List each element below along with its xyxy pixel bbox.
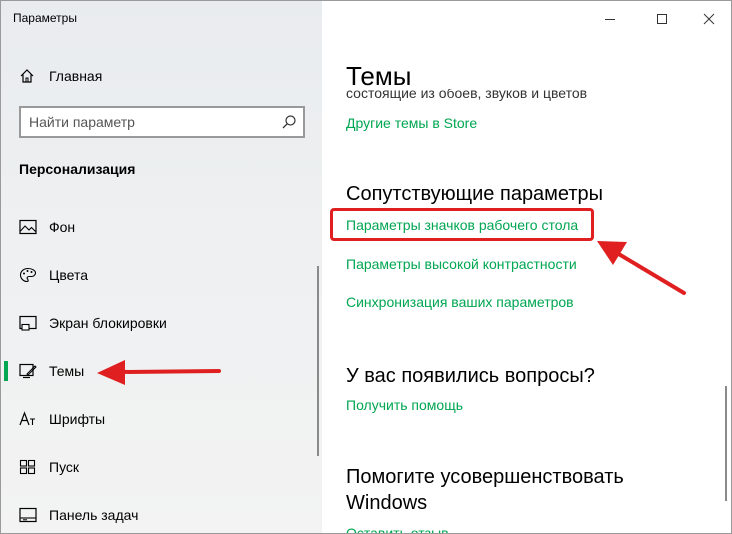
improve-windows-heading: Помогите усовершенствовать (346, 466, 624, 488)
home-icon (20, 69, 34, 83)
themes-description: состоящие из обоев, звуков и цветов (346, 89, 588, 101)
sync-settings-link[interactable]: Синхронизация ваших параметров (346, 294, 574, 310)
improve-windows-heading-2: Windows (346, 492, 428, 514)
sidebar: Параметры Главная Персонализация Фон (1, 1, 322, 533)
search-icon[interactable] (281, 114, 297, 130)
taskbar-icon (19, 507, 37, 523)
sidebar-item-label: Фон (49, 219, 76, 235)
sidebar-item-home[interactable]: Главная (1, 61, 322, 91)
palette-icon (19, 267, 37, 283)
sidebar-item-lock-screen[interactable]: Экран блокировки (1, 303, 316, 343)
store-themes-link[interactable]: Другие темы в Store (346, 115, 477, 131)
sidebar-item-label: Пуск (49, 459, 80, 475)
sidebar-item-background[interactable]: Фон (1, 207, 316, 247)
high-contrast-settings-link[interactable]: Параметры высокой контрастности (346, 256, 577, 272)
sidebar-scrollbar[interactable] (317, 266, 319, 456)
sidebar-item-taskbar[interactable]: Панель задач (1, 495, 316, 533)
fonts-icon (19, 411, 35, 426)
close-icon[interactable] (697, 9, 721, 29)
sidebar-item-colors[interactable]: Цвета (1, 255, 316, 295)
lock-screen-icon (19, 315, 37, 331)
section-title: Персонализация (19, 161, 136, 177)
sidebar-item-label: Главная (49, 68, 103, 84)
window-title: Параметры (13, 11, 77, 25)
maximize-icon[interactable] (650, 9, 674, 29)
sidebar-item-themes[interactable]: Темы (1, 351, 316, 391)
related-settings-heading: Сопутствующие параметры (346, 183, 604, 205)
get-help-link[interactable]: Получить помощь (346, 397, 463, 413)
questions-heading: У вас появились вопросы? (346, 365, 595, 387)
minimize-icon[interactable] (598, 9, 622, 29)
settings-window: Параметры Главная Персонализация Фон (0, 0, 732, 534)
sidebar-item-fonts[interactable]: Шрифты (1, 399, 316, 439)
start-icon (19, 459, 36, 475)
search-input[interactable] (29, 113, 269, 131)
feedback-link[interactable]: Оставить отзыв (346, 525, 449, 533)
sidebar-item-start[interactable]: Пуск (1, 447, 316, 487)
sidebar-item-label: Цвета (49, 267, 88, 283)
picture-icon (19, 219, 37, 235)
content-pane: Темы состоящие из обоев, звуков и цветов… (322, 1, 731, 533)
active-indicator (4, 361, 8, 381)
sidebar-item-label: Панель задач (49, 507, 139, 523)
content-scrollbar[interactable] (725, 386, 727, 501)
search-box[interactable] (19, 106, 305, 138)
sidebar-item-label: Экран блокировки (49, 315, 167, 331)
sidebar-item-label: Темы (49, 363, 85, 379)
page-title: Темы (346, 61, 412, 91)
annotation-highlight-box (330, 208, 594, 241)
themes-icon (19, 363, 37, 379)
sidebar-item-label: Шрифты (49, 411, 106, 427)
